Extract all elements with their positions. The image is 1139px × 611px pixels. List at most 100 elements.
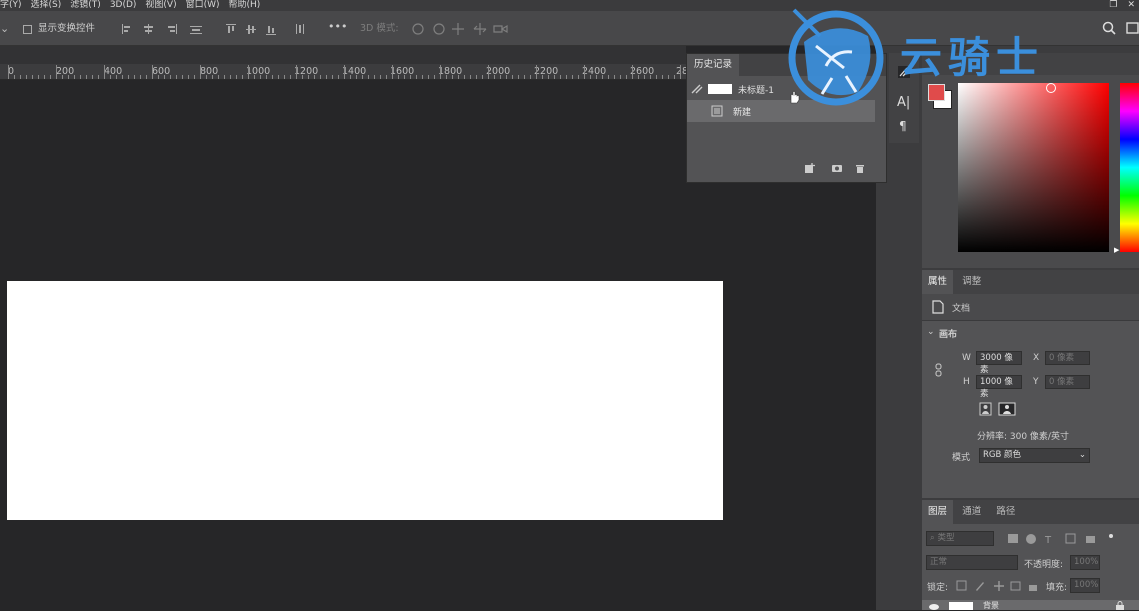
ruler-tick — [194, 75, 195, 79]
search-icon[interactable] — [1102, 21, 1116, 35]
ruler-tick — [392, 65, 393, 79]
document-canvas[interactable] — [7, 281, 723, 520]
ruler-tick — [278, 75, 279, 79]
width-label: W — [962, 353, 971, 363]
ruler-tick — [374, 75, 375, 79]
lock-option-icons — [956, 580, 1037, 591]
eye-visibility-icon[interactable] — [928, 602, 940, 610]
tab-layers[interactable]: 图层 — [922, 500, 954, 524]
ruler-tick — [14, 75, 15, 79]
ruler-tick — [446, 75, 447, 79]
ruler-tick — [170, 75, 171, 79]
more-options-button[interactable]: ••• — [328, 21, 347, 33]
color-picker-marker[interactable] — [1046, 83, 1056, 93]
fill-label: 填充: — [1046, 583, 1068, 593]
ruler-tick — [158, 75, 159, 79]
ruler-tick — [422, 75, 423, 79]
show-transform-checkbox[interactable] — [23, 25, 32, 34]
new-document-from-state-icon[interactable] — [804, 162, 816, 174]
fill-input[interactable]: 100% — [1070, 578, 1100, 593]
ruler-tick — [512, 75, 513, 79]
tool-preset-chevron-icon[interactable]: ⌄ — [0, 23, 9, 35]
layer-filter-select[interactable]: ⌕ 类型 — [926, 531, 994, 546]
layer-thumbnail — [949, 602, 973, 610]
ruler-tick — [386, 75, 387, 79]
ruler-tick — [668, 75, 669, 79]
ruler-tick — [212, 75, 213, 79]
tab-channels[interactable]: 通道 — [956, 500, 987, 524]
ruler-label: 800 — [200, 66, 219, 77]
restore-window-icon[interactable]: ❐ — [1109, 0, 1117, 10]
blend-mode-select[interactable]: 正常 — [926, 555, 1018, 570]
menu-select[interactable]: 选择(S) — [31, 0, 62, 11]
menu-filter[interactable]: 滤镜(T) — [70, 0, 101, 11]
ruler-tick — [74, 75, 75, 79]
color-saturation-field[interactable] — [958, 83, 1109, 252]
mode-label: 模式 — [952, 453, 971, 463]
3d-mode-label: 3D 模式: — [360, 23, 399, 34]
ruler-tick — [398, 75, 399, 79]
history-brush-icon[interactable] — [691, 84, 703, 94]
ruler-tick — [632, 65, 633, 79]
ruler-tick — [476, 75, 477, 79]
canvas-collapse-chevron-icon[interactable]: ⌄ — [927, 327, 935, 337]
ruler-tick — [32, 75, 33, 79]
tab-adjustments[interactable]: 调整 — [956, 270, 987, 294]
ruler-tick — [662, 75, 663, 79]
color-mode-select[interactable]: RGB 颜色 ⌄ — [979, 448, 1090, 463]
watermark-text: 云骑士 — [900, 33, 1045, 82]
layer-name: 背景 — [983, 601, 999, 610]
character-panel-icon[interactable]: A| — [897, 95, 910, 110]
yunqishi-knight-logo — [788, 8, 884, 106]
hue-slider-handle-icon[interactable]: ▶ — [1114, 246, 1119, 254]
ruler-tick — [254, 75, 255, 79]
ruler-tick — [356, 75, 357, 79]
ruler-tick — [488, 65, 489, 79]
link-dimensions-icon[interactable] — [935, 363, 943, 377]
x-input[interactable]: 0 像素 — [1045, 351, 1090, 365]
tab-properties[interactable]: 属性 — [922, 270, 954, 294]
trash-icon[interactable] — [854, 162, 866, 174]
ruler-tick — [482, 75, 483, 79]
ruler-tick — [224, 75, 225, 79]
hue-slider[interactable] — [1120, 83, 1139, 252]
ruler-tick — [524, 75, 525, 79]
ruler-tick — [134, 75, 135, 79]
ruler-tick — [650, 75, 651, 79]
width-input[interactable]: 3000 像素 — [976, 351, 1022, 375]
ruler-tick — [314, 75, 315, 79]
menu-view[interactable]: 视图(V) — [145, 0, 176, 11]
layers-panel: 图层 通道 路径 ⌕ 类型 T 正常 不透明度: 100% 锁定: 填充: 10… — [922, 500, 1139, 610]
ruler-tick — [302, 75, 303, 79]
ruler-tick — [80, 75, 81, 79]
ruler-tick — [530, 75, 531, 79]
close-window-icon[interactable]: ✕ — [1127, 0, 1135, 10]
height-input[interactable]: 1000 像素 — [976, 375, 1022, 399]
ruler-tick — [272, 75, 273, 79]
ruler-tick — [578, 75, 579, 79]
ruler-tick — [44, 75, 45, 79]
opacity-input[interactable]: 100% — [1070, 555, 1100, 570]
document-state-icon — [711, 105, 723, 117]
ruler-tick — [62, 75, 63, 79]
ruler-tick — [470, 75, 471, 79]
menu-type[interactable]: 字(Y) — [0, 0, 22, 11]
ruler-tick — [404, 75, 405, 79]
menu-window[interactable]: 窗口(W) — [186, 0, 220, 11]
landscape-orientation-icon[interactable] — [998, 402, 1016, 416]
menu-help[interactable]: 帮助(H) — [229, 0, 261, 11]
workspace-icon[interactable] — [1126, 21, 1139, 35]
y-input[interactable]: 0 像素 — [1045, 375, 1090, 389]
camera-snapshot-icon[interactable] — [831, 162, 843, 174]
search-icon: ⌕ — [930, 533, 935, 543]
paragraph-panel-icon[interactable]: ¶ — [899, 119, 907, 133]
ruler-tick — [236, 75, 237, 79]
ruler-tick — [296, 65, 297, 79]
ruler-tick — [656, 75, 657, 79]
tab-paths[interactable]: 路径 — [990, 500, 1021, 524]
foreground-color-swatch[interactable] — [928, 84, 945, 101]
portrait-orientation-icon[interactable] — [979, 402, 993, 416]
layer-row[interactable]: 背景 — [922, 600, 1139, 610]
menu-3d[interactable]: 3D(D) — [110, 0, 137, 11]
tab-history[interactable]: 历史记录 — [687, 54, 740, 76]
